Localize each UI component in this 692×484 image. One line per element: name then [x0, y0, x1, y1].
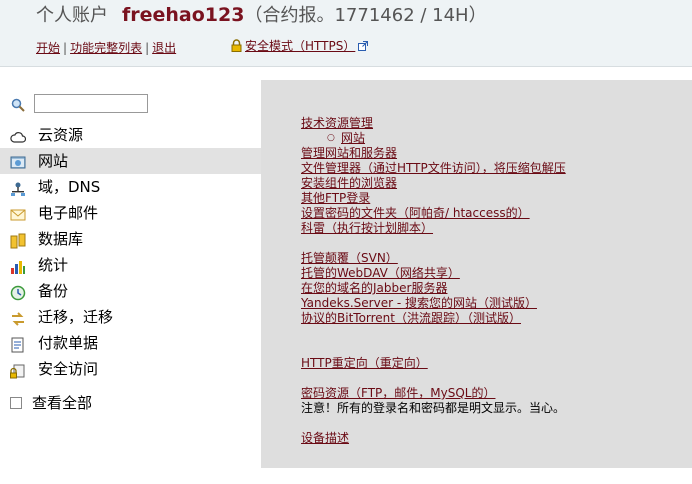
sidebar-item-cloud[interactable]: 云资源	[0, 122, 262, 148]
backup-icon	[10, 283, 26, 301]
external-link-icon[interactable]	[358, 39, 369, 55]
sidebar-item-label: 电子邮件	[38, 204, 99, 222]
sidebar-item-security[interactable]: 安全访问	[0, 356, 262, 382]
password-folders-link[interactable]: 设置密码的文件夹（阿帕奇/ htaccess的）	[301, 206, 566, 221]
cron-link[interactable]: 科雷（执行按计划脚本）	[301, 221, 566, 236]
migrate-icon	[10, 309, 26, 326]
sidebar-item-label: 备份	[38, 282, 69, 300]
jabber-link[interactable]: 在您的域名的Jabber服务器	[301, 281, 566, 296]
device-description-link[interactable]: 设备描述	[301, 431, 566, 446]
sidebar-item-migrate[interactable]: 迁移，迁移	[0, 304, 262, 330]
sidebar-item-label: 云资源	[38, 126, 84, 144]
full-list-link[interactable]: 功能完整列表	[70, 41, 142, 55]
sidebar-item-website[interactable]: 网站	[0, 148, 262, 174]
view-all-label: 查看全部	[32, 394, 93, 412]
manage-sites-link[interactable]: 管理网站和服务器	[301, 146, 566, 161]
secure-mode: 安全模式（HTTPS）	[231, 38, 369, 56]
sidebar-item-backup[interactable]: 备份	[0, 278, 262, 304]
svn-link[interactable]: 托管颠覆（SVN）	[301, 251, 566, 266]
search-input[interactable]	[34, 94, 148, 113]
passwords-link[interactable]: 密码资源（FTP，邮件，MySQL的）	[301, 386, 566, 401]
account-header: 个人账户 freehao123（合约报。1771462 / 14H） 开始 | 功能完…	[0, 0, 692, 67]
separator: |	[145, 41, 150, 55]
view-all-toggle[interactable]: 查看全部	[0, 392, 92, 414]
yandex-server-link[interactable]: Yandeks.Server - 搜索您的网站（测试版）	[301, 296, 566, 311]
cloud-icon	[10, 127, 27, 143]
sidebar-item-invoices[interactable]: 付款单据	[0, 330, 262, 356]
bittorrent-link[interactable]: 协议的BitTorrent（洪流跟踪）（测试版）	[301, 311, 566, 326]
plaintext-warning: 注意！所有的登录名和密码都是明文显示。当心。	[301, 401, 566, 415]
account-label: 个人账户	[36, 5, 108, 26]
view-all-checkbox[interactable]	[10, 397, 22, 409]
stats-icon	[10, 257, 26, 274]
contract-info: （合约报。1771462 / 14H）	[244, 5, 487, 26]
sidebar-item-database[interactable]: 数据库	[0, 226, 262, 252]
search-icon	[11, 97, 25, 116]
website-icon	[10, 153, 26, 169]
sidebar-item-label: 域，DNS	[38, 178, 101, 196]
security-icon	[10, 361, 26, 379]
sidebar-item-stats[interactable]: 统计	[0, 252, 262, 278]
ftp-logins-link[interactable]: 其他FTP登录	[301, 191, 566, 206]
sidebar-item-label: 统计	[38, 256, 69, 274]
invoice-icon	[10, 335, 26, 353]
start-link[interactable]: 开始	[36, 41, 60, 55]
component-browser-link[interactable]: 安装组件的浏览器	[301, 176, 566, 191]
sidebar-item-label: 迁移，迁移	[38, 308, 114, 326]
tech-resources-link[interactable]: 技术资源管理	[301, 116, 566, 131]
sidebar-item-label: 付款单据	[38, 334, 99, 352]
logout-link[interactable]: 退出	[152, 41, 176, 55]
database-icon	[10, 231, 26, 249]
email-icon	[10, 205, 26, 221]
page-title: 个人账户 freehao123（合约报。1771462 / 14H）	[36, 3, 487, 28]
username: freehao123	[122, 4, 245, 26]
secure-mode-link[interactable]: 安全模式（HTTPS）	[245, 39, 355, 53]
sidebar-item-email[interactable]: 电子邮件	[0, 200, 262, 226]
sidebar-item-label: 数据库	[38, 230, 84, 248]
http-redirect-link[interactable]: HTTP重定向（重定向）	[301, 356, 566, 371]
webdav-link[interactable]: 托管的WebDAV（网络共享）	[301, 266, 566, 281]
websites-sublink[interactable]: 网站	[301, 131, 566, 146]
separator: |	[63, 41, 68, 55]
domain-icon	[10, 179, 26, 196]
sidebar-nav: 云资源 网站 域，DNS 电子邮件 数据库 统计 备份 迁移，迁移 付款单据 安…	[0, 122, 262, 382]
content-panel: 技术资源管理 网站 管理网站和服务器 文件管理器（通过HTTP文件访问），将压缩…	[261, 80, 692, 468]
lock-icon	[231, 39, 242, 56]
function-list: 技术资源管理 网站 管理网站和服务器 文件管理器（通过HTTP文件访问），将压缩…	[301, 116, 566, 446]
sidebar-item-dns[interactable]: 域，DNS	[0, 174, 262, 200]
file-manager-link[interactable]: 文件管理器（通过HTTP文件访问），将压缩包解压	[301, 161, 566, 176]
sidebar-item-label: 网站	[38, 152, 69, 170]
sidebar-item-label: 安全访问	[38, 360, 99, 378]
top-navigation: 开始 | 功能完整列表 | 退出	[36, 40, 176, 56]
